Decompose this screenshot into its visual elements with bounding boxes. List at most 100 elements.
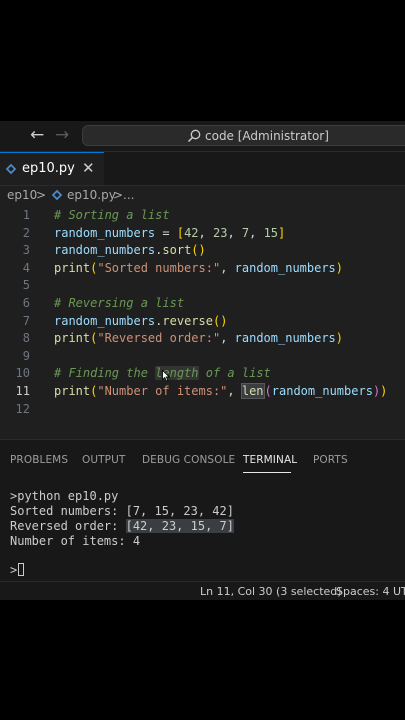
code-line: 1 # Sorting a list bbox=[0, 207, 405, 225]
tab-ep10-py[interactable]: ep10.py ✕ bbox=[0, 152, 104, 185]
variable-token: random_numbers bbox=[234, 331, 336, 346]
breadcrumb-separator: > bbox=[113, 188, 124, 202]
string-token: "Number of items:" bbox=[97, 384, 228, 398]
bracket-token: [ bbox=[176, 225, 185, 240]
paren-token: ) bbox=[335, 331, 344, 346]
breadcrumb-folder[interactable]: ep10 bbox=[7, 185, 37, 205]
active-tab-indicator bbox=[243, 472, 291, 473]
function-token: sort bbox=[162, 243, 192, 258]
close-icon[interactable]: ✕ bbox=[82, 160, 95, 177]
line-number: 2 bbox=[22, 225, 30, 240]
tab-debug-console[interactable]: DEBUG CONSOLE bbox=[142, 453, 235, 467]
string-token: "Reversed order:" bbox=[97, 331, 221, 346]
output-label: Reversed order: bbox=[10, 519, 126, 533]
tab-ports[interactable]: PORTS bbox=[313, 453, 348, 467]
terminal-prompt: > bbox=[10, 563, 18, 577]
terminal-output-line: Reversed order: [42, 23, 15, 7] bbox=[10, 519, 234, 534]
line-number: 9 bbox=[22, 348, 30, 363]
variable-token: random_numbers bbox=[234, 260, 336, 275]
code-line: 8 print("Reversed order:", random_number… bbox=[0, 330, 405, 348]
code-line: 12 bbox=[0, 401, 405, 419]
cursor-position-status[interactable]: Ln 11, Col 30 (3 selected) bbox=[200, 582, 342, 600]
terminal-cursor bbox=[18, 563, 25, 576]
variable-token: random_numbers bbox=[54, 225, 156, 240]
breadcrumb-separator: > bbox=[36, 188, 47, 202]
line-number: 3 bbox=[22, 243, 30, 258]
terminal-output-line: Sorted numbers: [7, 15, 23, 42] bbox=[10, 504, 234, 519]
comma-token: , bbox=[227, 225, 242, 240]
line-number: 11 bbox=[15, 384, 30, 398]
selected-text: len bbox=[240, 383, 265, 399]
comma-token: , bbox=[220, 260, 235, 275]
output-value-selected: [42, 23, 15, 7] bbox=[125, 519, 234, 533]
comma-token: , bbox=[198, 225, 213, 240]
variable-token: random_numbers bbox=[54, 313, 156, 328]
code-line: 7 random_numbers.reverse() bbox=[0, 313, 405, 331]
terminal-command: >python ep10.py bbox=[10, 489, 119, 503]
breadcrumb: ep10 > ep10.py > ... bbox=[0, 185, 405, 205]
number-token: 15 bbox=[263, 225, 279, 240]
comma-token: , bbox=[227, 384, 242, 398]
title-bar: ← → code [Administrator] bbox=[0, 121, 405, 152]
command-center[interactable]: code [Administrator] bbox=[82, 125, 405, 146]
line-number: 8 bbox=[22, 331, 30, 346]
status-bar: Ln 11, Col 30 (3 selected) Spaces: 4 UTF… bbox=[0, 581, 405, 600]
forward-arrow-icon[interactable]: → bbox=[55, 125, 69, 145]
code-line: 4 print("Sorted numbers:", random_number… bbox=[0, 260, 405, 278]
code-text: print("Sorted numbers:", random_numbers) bbox=[54, 260, 343, 278]
code-text: print("Number of items:", len(random_num… bbox=[54, 383, 387, 401]
variable-token: random_numbers bbox=[271, 384, 373, 398]
code-line: 10 # Finding the length of a list bbox=[0, 365, 405, 383]
line-number: 1 bbox=[22, 208, 30, 222]
tab-output[interactable]: OUTPUT bbox=[82, 453, 125, 467]
code-text: random_numbers = [42, 23, 7, 15] bbox=[54, 225, 285, 243]
comment-token: of a list bbox=[198, 366, 271, 381]
search-icon bbox=[187, 129, 201, 143]
line-number: 10 bbox=[15, 366, 30, 381]
comment-token: # Sorting a list bbox=[54, 208, 170, 222]
tab-label: ep10.py bbox=[22, 161, 75, 176]
encoding-status[interactable]: UTF-8 bbox=[393, 582, 405, 600]
code-text: # Reversing a list bbox=[54, 295, 184, 313]
string-token: "Sorted numbers:" bbox=[97, 260, 221, 275]
code-text: # Sorting a list bbox=[54, 207, 170, 225]
indentation-status[interactable]: Spaces: 4 bbox=[336, 582, 389, 600]
line-number: 5 bbox=[22, 278, 30, 293]
breadcrumb-file[interactable]: ep10.py bbox=[67, 185, 116, 205]
comment-token: # Reversing a list bbox=[54, 296, 185, 310]
function-token: print bbox=[54, 384, 91, 398]
code-editor[interactable]: 1 # Sorting a list 2 random_numbers = [4… bbox=[0, 205, 405, 425]
editor-tab-row: ep10.py ✕ bbox=[0, 152, 405, 186]
tab-problems[interactable]: PROBLEMS bbox=[10, 453, 68, 467]
paren-token: () bbox=[212, 313, 228, 328]
code-line: 2 random_numbers = [42, 23, 7, 15] bbox=[0, 225, 405, 243]
code-text: random_numbers.sort() bbox=[54, 242, 206, 260]
code-line-active: 11 print("Number of items:", len(random_… bbox=[0, 383, 405, 401]
output-value: [7, 15, 23, 42] bbox=[125, 504, 234, 518]
code-line: 9 bbox=[0, 348, 405, 366]
function-token: print bbox=[54, 260, 91, 275]
code-text: print("Reversed order:", random_numbers) bbox=[54, 330, 343, 348]
mouse-pointer-icon bbox=[162, 370, 170, 382]
number-token: 42 bbox=[184, 225, 199, 240]
output-label: Sorted numbers: bbox=[10, 504, 126, 518]
code-line: 6 # Reversing a list bbox=[0, 295, 405, 313]
bracket-token: ] bbox=[278, 225, 286, 240]
python-file-icon bbox=[5, 163, 17, 175]
code-text: random_numbers.reverse() bbox=[54, 313, 227, 331]
text-cursor: ( bbox=[263, 384, 272, 398]
comma-token: , bbox=[220, 331, 235, 346]
line-number: 4 bbox=[22, 260, 30, 275]
comma-token: , bbox=[249, 225, 264, 240]
back-arrow-icon[interactable]: ← bbox=[30, 125, 44, 145]
terminal-output-line: Number of items: 4 bbox=[10, 534, 141, 548]
terminal-prompt-line: > bbox=[10, 563, 25, 578]
tab-terminal[interactable]: TERMINAL bbox=[243, 453, 297, 467]
variable-token: random_numbers bbox=[54, 243, 156, 258]
comment-token: # Finding the bbox=[54, 366, 156, 381]
code-line: 5 bbox=[0, 277, 405, 295]
line-number: 7 bbox=[22, 313, 30, 328]
vscode-window: ← → code [Administrator] ep10.py ✕ ep10 … bbox=[0, 121, 405, 600]
breadcrumb-more[interactable]: ... bbox=[123, 185, 134, 205]
paren-token: () bbox=[191, 243, 206, 258]
